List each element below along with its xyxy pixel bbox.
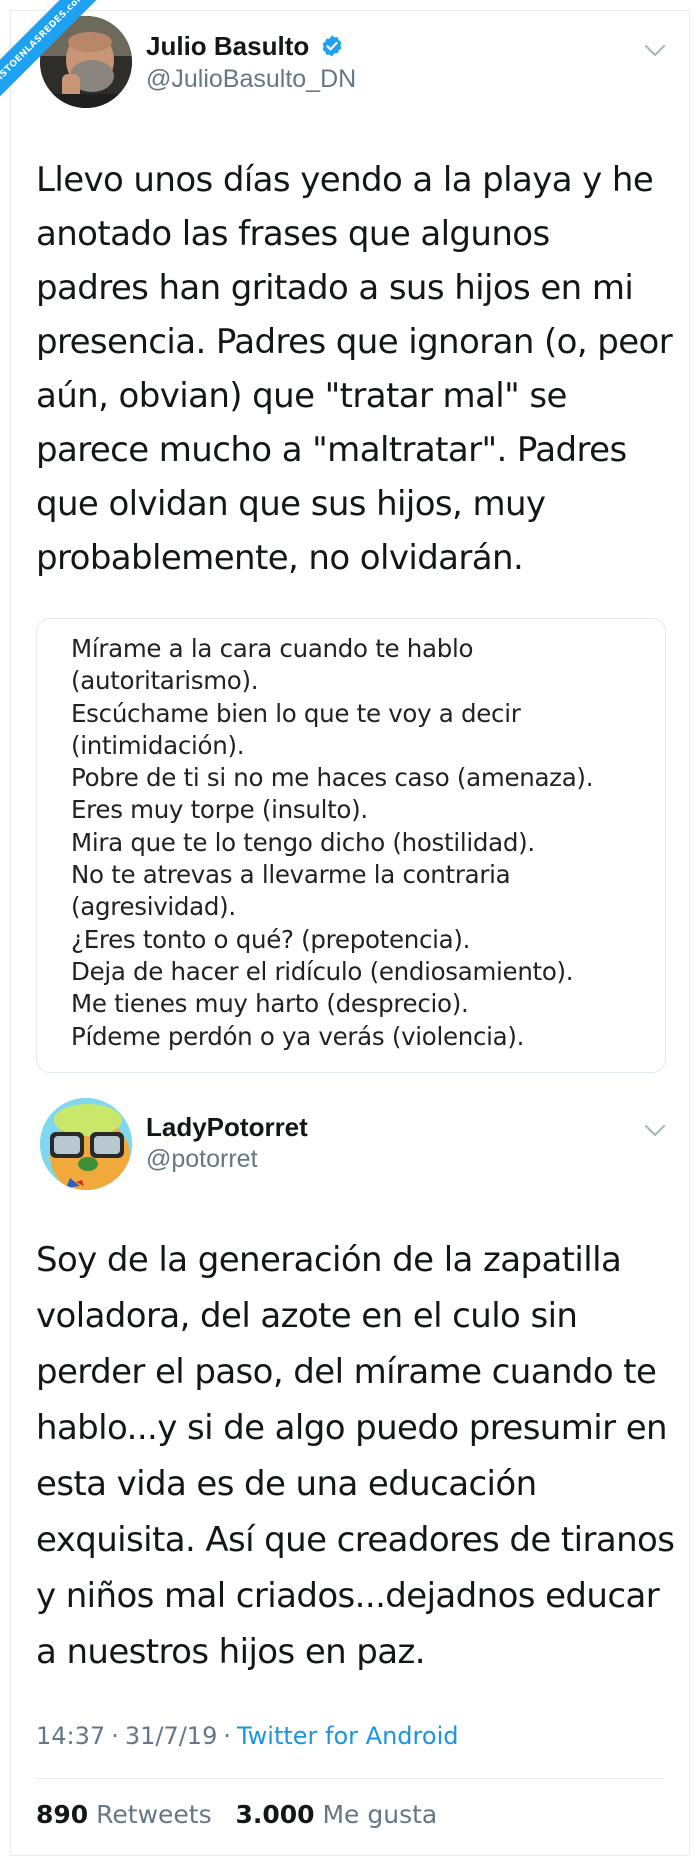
tweet-line: aún, obvian) que "tratar mal" se xyxy=(36,376,567,416)
tweet-line: parece mucho a "maltratar". Padres xyxy=(36,430,627,470)
avatar-potorret-image xyxy=(40,1098,132,1190)
tweet-line: Llevo unos días yendo a la playa y he xyxy=(36,160,654,200)
author-handle[interactable]: @JulioBasulto_DN xyxy=(146,65,356,94)
attached-image-text: Mírame a la cara cuando te hablo (autori… xyxy=(71,633,593,1053)
reply-line: exquisita. Así que creadores de tiranos xyxy=(36,1520,675,1560)
quote-line: Pídeme perdón o ya verás (violencia). xyxy=(71,1021,525,1051)
reply-line: perder el paso, del mírame cuando te xyxy=(36,1352,657,1392)
tweet-time[interactable]: 14:37 xyxy=(36,1722,105,1750)
quote-line: Pobre de ti si no me haces caso (amenaza… xyxy=(71,763,594,793)
avatar-potorret[interactable] xyxy=(40,1098,132,1190)
quote-line: Mira que te lo tengo dicho (hostilidad). xyxy=(71,827,535,857)
quote-line: (autoritarismo). xyxy=(71,666,259,696)
tweet-body: Llevo unos días yendo a la playa y he an… xyxy=(36,153,673,585)
quote-line: ¿Eres tonto o qué? (prepotencia). xyxy=(71,924,471,954)
attached-image-card[interactable]: Mírame a la cara cuando te hablo (autori… xyxy=(36,618,666,1073)
tweet-source-link[interactable]: Twitter for Android xyxy=(237,1722,458,1750)
tweet-meta: 14:37 · 31/7/19 · Twitter for Android xyxy=(36,1722,459,1750)
tweet-line: presencia. Padres que ignoran (o, peor xyxy=(36,322,673,362)
reply-body: Soy de la generación de la zapatilla vol… xyxy=(36,1232,675,1680)
quote-line: Escúchame bien lo que te voy a decir xyxy=(71,698,521,728)
quote-line: Eres muy torpe (insulto). xyxy=(71,795,368,825)
reply-author-handle[interactable]: @potorret xyxy=(146,1145,258,1174)
retweets-stat[interactable]: 890 Retweets xyxy=(36,1800,212,1829)
quote-line: (intimidación). xyxy=(71,730,245,760)
reply-author-name[interactable]: LadyPotorret xyxy=(146,1112,308,1143)
reply-line: a nuestros hijos en paz. xyxy=(36,1632,426,1672)
tweet-line: probablemente, no olvidarán. xyxy=(36,538,524,578)
quote-line: Me tienes muy harto (desprecio). xyxy=(71,989,469,1019)
retweets-label: Retweets xyxy=(96,1800,212,1829)
tweet-line: padres han gritado a sus hijos en mi xyxy=(36,268,634,308)
watermark-corner: VISTOENLASREDES.com xyxy=(0,0,100,100)
watermark-label: VISTOENLASREDES.com xyxy=(0,0,100,100)
quote-line: Deja de hacer el ridículo (endiosamiento… xyxy=(71,956,574,986)
verified-badge-icon xyxy=(323,35,342,57)
quote-line: Mírame a la cara cuando te hablo xyxy=(71,634,474,663)
retweets-count: 890 xyxy=(36,1800,89,1829)
chevron-down-icon[interactable] xyxy=(644,44,666,58)
likes-label: Me gusta xyxy=(322,1800,438,1829)
reply-line: esta vida es de una educación xyxy=(36,1464,537,1504)
author-name[interactable]: Julio Basulto xyxy=(146,31,344,62)
quote-line: No te atrevas a llevarme la contraria xyxy=(71,860,511,890)
tweet-date[interactable]: 31/7/19 xyxy=(125,1722,218,1750)
reply-line: hablo...y si de algo puedo presumir en xyxy=(36,1408,668,1448)
tweet-line: anotado las frases que algunos xyxy=(36,214,550,254)
reply-line: Soy de la generación de la zapatilla xyxy=(36,1240,622,1280)
reply-line: y niños mal criados...dejadnos educar xyxy=(36,1576,660,1616)
divider xyxy=(36,1778,664,1779)
likes-count: 3.000 xyxy=(235,1800,315,1829)
tweet-line: que olvidan que sus hijos, muy xyxy=(36,484,546,524)
tweet-stats: 890 Retweets 3.000 Me gusta xyxy=(36,1800,437,1829)
quote-line: (agresividad). xyxy=(71,892,236,922)
reply-line: voladora, del azote en el culo sin xyxy=(36,1296,578,1336)
likes-stat[interactable]: 3.000 Me gusta xyxy=(235,1800,437,1829)
chevron-down-icon[interactable] xyxy=(644,1124,666,1138)
